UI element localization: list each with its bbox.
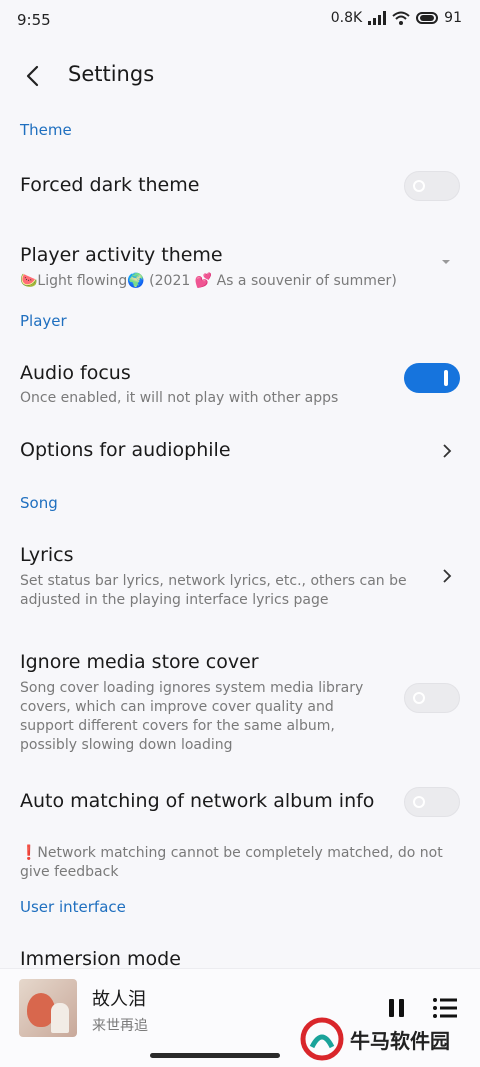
watermark: 牛马软件园 <box>300 1017 450 1061</box>
pause-icon[interactable] <box>386 997 408 1019</box>
chevron-right-icon <box>443 569 452 583</box>
ignore-cover-subtitle: Song cover loading ignores system media … <box>20 680 364 753</box>
watermark-text: 牛马软件园 <box>350 1028 450 1053</box>
audio-focus-title: Audio focus <box>20 362 131 384</box>
immersion-title: Immersion mode <box>20 948 181 970</box>
activity-theme-value: 🍉Light flowing🌍 (2021 💕 As a souvenir of… <box>20 273 397 289</box>
now-playing-bar[interactable]: 故人泪 来世再追 牛马软件园 <box>0 968 480 1067</box>
audio-focus-subtitle: Once enabled, it will not play with othe… <box>20 390 339 406</box>
song-title: 故人泪 <box>92 989 146 1010</box>
lyrics-title: Lyrics <box>20 544 74 566</box>
song-artist: 来世再追 <box>92 1018 148 1034</box>
lyrics-subtitle: Set status bar lyrics, network lyrics, e… <box>20 573 407 608</box>
network-speed: 0.8K <box>330 10 363 26</box>
battery-icon <box>416 12 439 24</box>
ignore-cover-toggle[interactable] <box>404 683 460 713</box>
audio-focus-toggle[interactable] <box>404 363 460 393</box>
dropdown-arrow-icon[interactable] <box>440 258 452 266</box>
section-player: Player <box>20 312 67 330</box>
network-match-note: ❗Network matching cannot be completely m… <box>20 845 443 880</box>
wifi-icon <box>392 11 410 25</box>
auto-match-title: Auto matching of network album info <box>20 790 375 812</box>
chevron-right-icon <box>443 444 452 458</box>
activity-theme-title: Player activity theme <box>20 244 223 266</box>
page-title: Settings <box>68 62 155 86</box>
status-bar: 9:55 0.8K 91 <box>0 0 480 40</box>
watermark-logo-icon <box>300 1017 344 1061</box>
header: Settings <box>0 56 480 100</box>
album-art[interactable] <box>19 979 77 1037</box>
signal-icon <box>368 11 387 25</box>
battery-level: 91 <box>444 10 462 26</box>
ignore-cover-title: Ignore media store cover <box>20 651 259 673</box>
playlist-icon[interactable] <box>432 997 458 1019</box>
section-theme: Theme <box>20 121 72 139</box>
section-user-interface: User interface <box>20 898 126 916</box>
status-icons: 0.8K 91 <box>331 10 462 26</box>
forced-dark-title: Forced dark theme <box>20 174 200 196</box>
home-indicator[interactable] <box>150 1053 280 1058</box>
forced-dark-toggle[interactable] <box>404 171 460 201</box>
auto-match-toggle[interactable] <box>404 787 460 817</box>
section-song: Song <box>20 494 58 512</box>
audiophile-title: Options for audiophile <box>20 439 231 461</box>
status-time: 9:55 <box>17 11 51 29</box>
back-arrow-icon[interactable] <box>22 64 46 88</box>
